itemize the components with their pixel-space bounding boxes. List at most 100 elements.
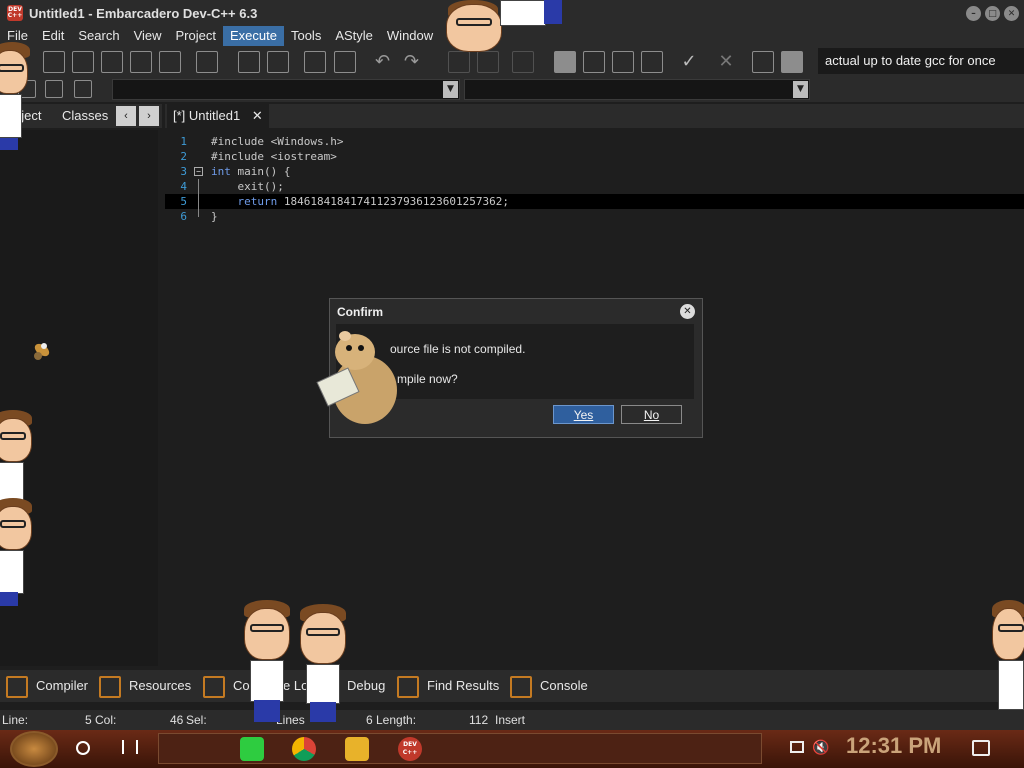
save-icon[interactable]: [72, 51, 94, 73]
chrome-icon[interactable]: [292, 737, 316, 761]
fold-guide: [198, 194, 199, 209]
command-text-field[interactable]: actual up to date gcc for once: [818, 48, 1024, 74]
code-text: exit();: [211, 180, 284, 193]
check-icon[interactable]: ✓: [678, 51, 700, 73]
hamster-sprite: [316, 331, 397, 424]
tab-classes[interactable]: Classes: [62, 108, 108, 123]
yes-button[interactable]: Yes: [553, 405, 614, 424]
status-lines-value: 6: [366, 713, 373, 727]
clock[interactable]: 12:31 PM: [846, 733, 941, 759]
menu-astyle[interactable]: AStyle: [328, 26, 380, 46]
menu-tools[interactable]: Tools: [284, 26, 328, 46]
no-button[interactable]: No: [621, 405, 682, 424]
bookmark-prev-icon[interactable]: [74, 80, 92, 98]
compile-run-icon[interactable]: [612, 51, 634, 73]
status-col-label: Col:: [95, 713, 117, 727]
tab-label: [*] Untitled1: [173, 108, 241, 123]
chevron-down-icon[interactable]: ▼: [793, 81, 808, 98]
menu-execute[interactable]: Execute: [222, 26, 284, 46]
status-line-label: Line:: [2, 713, 29, 727]
close-icon[interactable]: ✕: [1004, 6, 1019, 21]
close-file-icon[interactable]: [130, 51, 152, 73]
save-all-icon[interactable]: [101, 51, 123, 73]
keyword: return: [211, 195, 278, 208]
close-all-icon[interactable]: [159, 51, 181, 73]
print-icon[interactable]: [196, 51, 218, 73]
volume-muted-icon[interactable]: 🔇: [812, 740, 829, 756]
function-combo[interactable]: ▼: [464, 79, 810, 100]
cartoon-figure-sprite: [242, 600, 292, 722]
rebuild-icon[interactable]: [641, 51, 663, 73]
menu-project[interactable]: Project: [169, 26, 223, 46]
fold-marker-icon[interactable]: −: [194, 167, 203, 176]
run-icon[interactable]: [583, 51, 605, 73]
maximize-icon[interactable]: □: [985, 6, 1000, 21]
notifications-icon[interactable]: [972, 740, 990, 756]
minimize-icon[interactable]: –: [966, 6, 981, 21]
status-length-label: Length:: [376, 713, 417, 727]
code-rest: 184618418417411237936123601257362;: [277, 195, 510, 208]
log-icon: [203, 675, 225, 698]
code-line-current: 5 return 1846184184174112379361236012573…: [165, 194, 1024, 209]
menu-search[interactable]: Search: [71, 26, 126, 46]
tab-untitled1[interactable]: [*] Untitled1 ✕: [167, 104, 269, 128]
console-icon: [510, 675, 532, 698]
cartoon-figure-sprite: [0, 42, 30, 152]
code-line: 6 }: [165, 209, 1024, 224]
open-file-icon[interactable]: [43, 51, 65, 73]
stop-icon[interactable]: ✕: [715, 51, 737, 73]
line-number: 1: [180, 135, 187, 148]
class-combo[interactable]: ▼: [112, 79, 460, 100]
editor-tabs: [*] Untitled1 ✕: [165, 104, 1024, 128]
network-icon[interactable]: [790, 741, 804, 753]
tab-label: Console: [540, 678, 588, 693]
menu-edit[interactable]: Edit: [35, 26, 71, 46]
tab-compiler[interactable]: Compiler: [6, 670, 88, 702]
redo-icon[interactable]: ↷: [404, 51, 426, 73]
code-line: 2 #include <iostream>: [165, 149, 1024, 164]
code-text: return 184618418417411237936123601257362…: [211, 194, 509, 209]
devcpp-taskbar-icon[interactable]: DEV C++: [398, 737, 422, 761]
task-view-icon[interactable]: [122, 740, 138, 754]
replace-icon[interactable]: [267, 51, 289, 73]
profile-icon[interactable]: [752, 51, 774, 73]
code-line: 4 exit();: [165, 179, 1024, 194]
close-tab-icon[interactable]: ✕: [252, 108, 263, 123]
keyword: int: [211, 165, 231, 178]
fold-guide: [198, 179, 199, 194]
cartoon-figure-sprite: [990, 600, 1024, 718]
file-explorer-icon[interactable]: [345, 737, 369, 761]
chevron-right-icon[interactable]: ›: [139, 106, 159, 126]
delete-profile-icon[interactable]: [781, 51, 803, 73]
status-sel-label: Sel:: [186, 713, 207, 727]
dialog-close-icon[interactable]: ✕: [680, 304, 695, 319]
search-icon[interactable]: [76, 741, 90, 755]
compiler-icon: [6, 675, 28, 698]
dialog-title: Confirm: [337, 305, 383, 319]
chevron-left-icon[interactable]: ‹: [116, 106, 136, 126]
menu-view[interactable]: View: [127, 26, 169, 46]
tab-debug[interactable]: Debug: [347, 670, 385, 702]
tab-console[interactable]: Console: [510, 670, 588, 702]
start-button[interactable]: [10, 731, 58, 767]
indent-icon[interactable]: [304, 51, 326, 73]
devcpp-window: DEV C++ Untitled1 - Embarcadero Dev-C++ …: [0, 0, 1024, 768]
chevron-down-icon[interactable]: ▼: [443, 81, 458, 98]
line-number: 2: [180, 150, 187, 163]
window-title: Untitled1 - Embarcadero Dev-C++ 6.3: [29, 5, 258, 21]
unindent-icon[interactable]: [334, 51, 356, 73]
undo-icon[interactable]: ↶: [375, 51, 397, 73]
bookmark-next-icon[interactable]: [45, 80, 63, 98]
notes-app-icon[interactable]: [240, 737, 264, 761]
line-number: 5: [180, 195, 187, 208]
output-tabs: Compiler Resources Com e Log Debug Find …: [0, 670, 1024, 702]
status-bar: Line: 5 Col: 46 Sel: Lines 6 Length: 112…: [0, 710, 1024, 730]
find-icon[interactable]: [238, 51, 260, 73]
cartoon-figure-sprite: [0, 498, 34, 608]
status-length-value: 112: [469, 713, 489, 727]
menu-window[interactable]: Window: [380, 26, 440, 46]
status-mode: Insert: [495, 713, 526, 727]
tab-resources[interactable]: Resources: [99, 670, 191, 702]
tab-find-results[interactable]: Find Results: [397, 670, 499, 702]
line-number: 6: [180, 210, 187, 223]
